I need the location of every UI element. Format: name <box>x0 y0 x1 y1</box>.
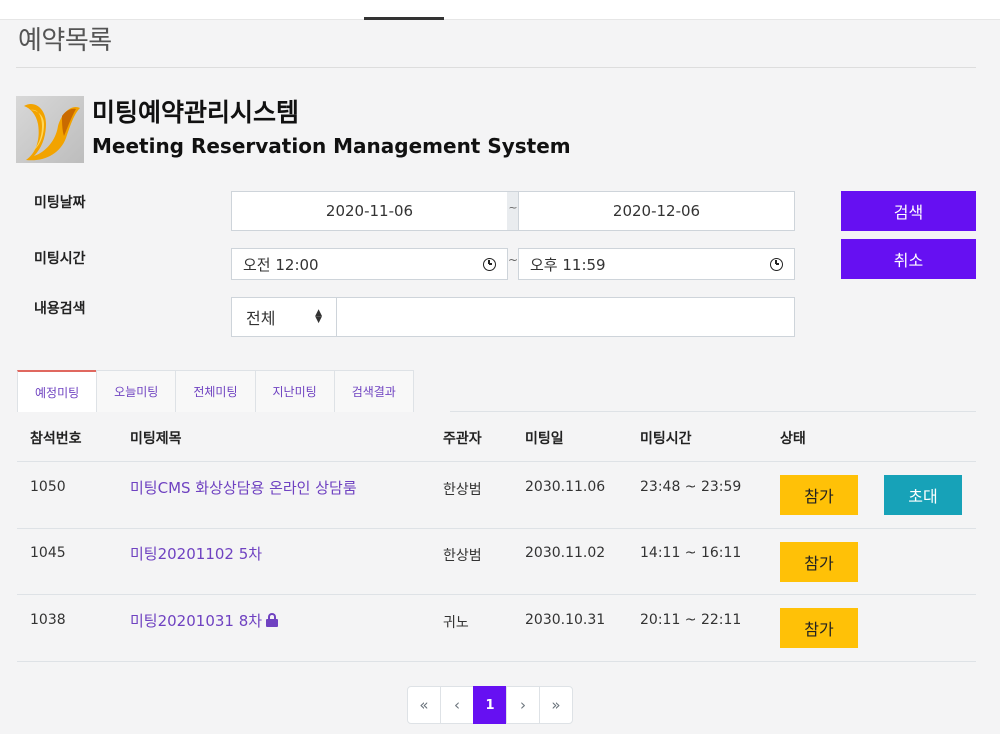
time-from-input[interactable]: 오전 12:00 <box>231 248 508 280</box>
page-1-button[interactable]: 1 <box>473 686 507 724</box>
tab-today[interactable]: 오늘미팅 <box>96 370 177 412</box>
join-button[interactable]: 참가 <box>780 542 858 582</box>
active-nav-indicator <box>364 17 444 20</box>
column-header-attendance-no: 참석번호 <box>30 431 82 447</box>
prev-page-button[interactable]: ‹ <box>440 686 474 724</box>
search-scope-value: 전체 <box>246 309 276 328</box>
meeting-time-label: 미팅시간 <box>34 251 86 267</box>
join-button[interactable]: 참가 <box>780 608 858 648</box>
content-search-label: 내용검색 <box>34 301 86 317</box>
row-host: 귀노 <box>443 615 469 631</box>
first-page-button[interactable]: « <box>407 686 441 724</box>
title-divider <box>16 67 976 68</box>
search-button[interactable]: 검색 <box>841 191 976 231</box>
clock-icon[interactable] <box>770 257 783 271</box>
tab-search-results[interactable]: 검색결과 <box>333 370 414 412</box>
page-title: 예약목록 <box>18 26 112 56</box>
column-header-time: 미팅시간 <box>640 431 692 447</box>
date-from-value: 2020-11-06 <box>325 202 414 220</box>
select-arrows-icon: ▲ ▼ <box>315 308 322 325</box>
column-header-status: 상태 <box>780 431 806 447</box>
meeting-title-link[interactable]: 미팅20201102 5차 <box>130 543 262 564</box>
lock-icon <box>266 613 279 627</box>
column-header-date: 미팅일 <box>525 431 564 447</box>
app-title-korean: 미팅예약관리시스템 <box>92 98 300 127</box>
row-date: 2030.11.06 <box>525 479 606 495</box>
row-attendance-no: 1038 <box>30 612 66 628</box>
column-header-title: 미팅제목 <box>130 431 182 447</box>
row-date: 2030.11.02 <box>525 545 606 561</box>
invite-button[interactable]: 초대 <box>884 475 962 515</box>
row-attendance-no: 1045 <box>30 545 66 561</box>
meeting-tabs: 예정미팅 오늘미팅 전체미팅 지난미팅 검색결과 <box>17 370 414 412</box>
time-from-value: 오전 12:00 <box>243 255 319 274</box>
time-to-input[interactable]: 오후 11:59 <box>518 248 795 280</box>
tab-upcoming[interactable]: 예정미팅 <box>17 370 98 412</box>
clock-icon[interactable] <box>483 257 496 271</box>
pagination: « ‹ 1 › » <box>407 686 573 724</box>
row-host: 한상범 <box>443 482 482 498</box>
row-time: 23:48 ~ 23:59 <box>640 479 742 495</box>
date-to-input[interactable]: 2020-12-06 <box>518 191 795 231</box>
row-host: 한상범 <box>443 548 482 564</box>
meeting-title-link[interactable]: 미팅20201031 8차 <box>130 610 279 631</box>
meeting-title-link[interactable]: 미팅CMS 화상상담용 온라인 상담룸 <box>130 477 357 498</box>
column-header-host: 주관자 <box>443 431 482 447</box>
tab-all[interactable]: 전체미팅 <box>175 370 256 412</box>
row-date: 2030.10.31 <box>525 612 606 628</box>
row-divider <box>17 594 976 595</box>
row-time: 14:11 ~ 16:11 <box>640 545 742 561</box>
join-button[interactable]: 참가 <box>780 475 858 515</box>
time-range-separator: ~ <box>508 253 519 267</box>
tabs-baseline <box>450 411 976 412</box>
meeting-title-text: 미팅20201031 8차 <box>130 612 263 630</box>
row-divider <box>17 528 976 529</box>
search-scope-select[interactable]: 전체 ▲ ▼ <box>231 297 337 337</box>
next-page-button[interactable]: › <box>506 686 540 724</box>
row-attendance-no: 1050 <box>30 479 66 495</box>
keyword-input[interactable] <box>336 297 795 337</box>
date-to-value: 2020-12-06 <box>612 202 701 220</box>
time-to-value: 오후 11:59 <box>530 255 606 274</box>
meeting-date-label: 미팅날짜 <box>34 195 86 211</box>
app-logo <box>16 96 84 163</box>
last-page-button[interactable]: » <box>539 686 573 724</box>
cancel-button[interactable]: 취소 <box>841 239 976 279</box>
tab-past[interactable]: 지난미팅 <box>254 370 335 412</box>
table-header-divider <box>17 461 976 462</box>
app-title-english: Meeting Reservation Management System <box>92 134 571 158</box>
date-from-input[interactable]: 2020-11-06 <box>231 191 508 231</box>
row-time: 20:11 ~ 22:11 <box>640 612 742 628</box>
table-bottom-divider <box>17 661 976 662</box>
top-nav-bar <box>0 0 1000 20</box>
